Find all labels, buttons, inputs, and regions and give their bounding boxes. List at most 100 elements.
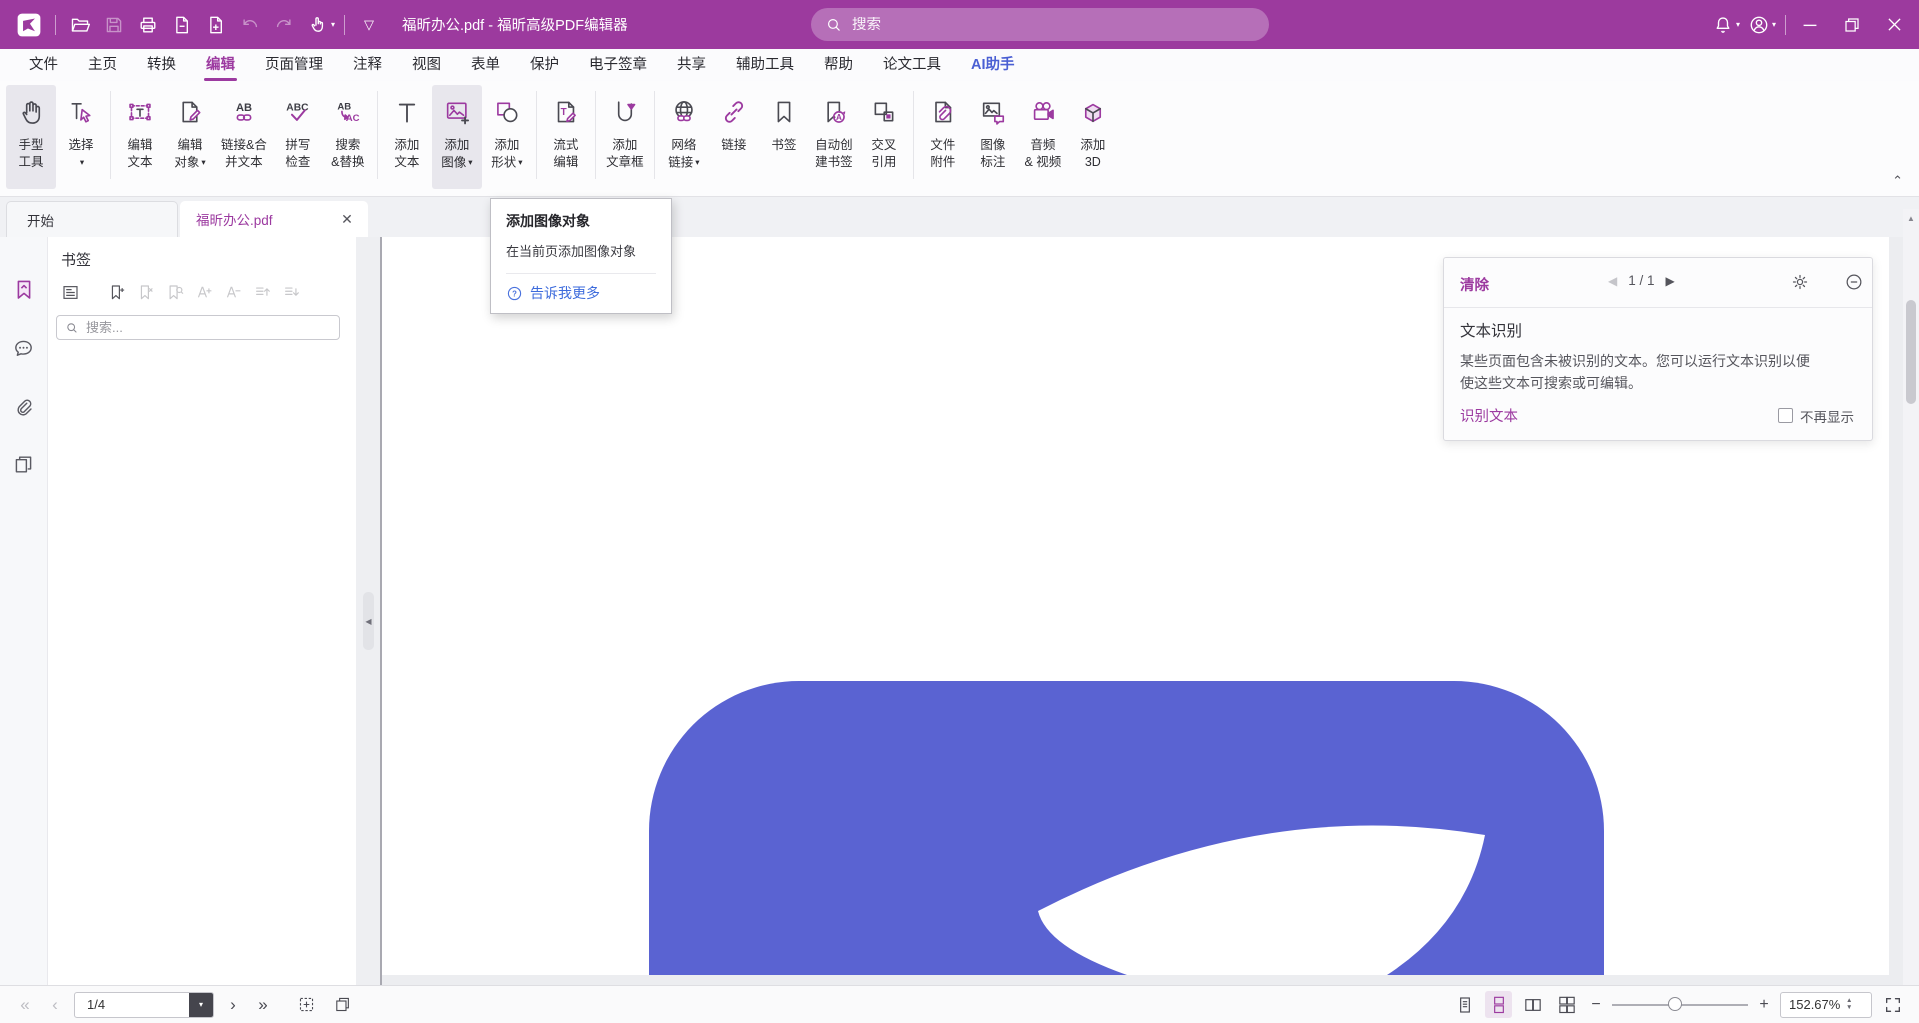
recognize-text-link[interactable]: 识别文本	[1460, 405, 1518, 426]
last-page-icon[interactable]: »	[252, 993, 274, 1017]
notice-prev-icon[interactable]: ◀	[1608, 274, 1617, 288]
ribbon-button-search-replace[interactable]: ABAC搜索&替换	[323, 85, 373, 189]
ribbon-button-select[interactable]: 选择▾	[56, 85, 106, 189]
page-add-icon[interactable]	[199, 8, 233, 42]
continuous-view-icon[interactable]	[1485, 991, 1512, 1018]
page-remove-icon[interactable]	[165, 8, 199, 42]
demote-bookmark-icon[interactable]	[277, 279, 306, 305]
menu-item-help[interactable]: 帮助	[809, 49, 868, 81]
ribbon-button-add-image[interactable]: 添加图像▾	[432, 85, 482, 189]
notifications-dropdown-icon[interactable]: ▾	[1736, 20, 1740, 29]
menu-item-view[interactable]: 视图	[397, 49, 456, 81]
tab-start-page[interactable]: 开始	[6, 201, 178, 237]
bookmarks-panel-icon[interactable]	[11, 277, 37, 303]
scrollbar-thumb[interactable]	[1906, 300, 1916, 404]
attachments-panel-icon[interactable]	[11, 393, 37, 419]
close-tab-icon[interactable]: ✕	[336, 211, 358, 228]
zoom-spinner[interactable]: ▲ ▼	[1846, 998, 1852, 1011]
ribbon-button-web-link[interactable]: 网络链接▾	[659, 85, 709, 189]
comments-panel-icon[interactable]	[11, 335, 37, 361]
continuous-facing-view-icon[interactable]	[1553, 991, 1580, 1018]
ribbon-button-auto-create-bookmark[interactable]: A自动创建书签	[809, 85, 859, 189]
zoom-slider-thumb[interactable]	[1668, 997, 1682, 1011]
minimize-button[interactable]	[1793, 8, 1827, 42]
ribbon-button-add-shape[interactable]: 添加形状▾	[482, 85, 532, 189]
ribbon-button-reflow-edit[interactable]: T流式编辑	[541, 85, 591, 189]
bookmark-list-options-icon[interactable]	[56, 279, 85, 305]
previous-page-icon[interactable]: ‹	[44, 993, 66, 1017]
restore-button[interactable]	[1835, 8, 1869, 42]
collapse-ribbon-icon[interactable]: ⌃	[1892, 174, 1903, 188]
notifications-bell-icon[interactable]	[1706, 8, 1740, 42]
clear-notice-link[interactable]: 清除	[1460, 274, 1489, 295]
pages-panel-icon[interactable]	[11, 451, 37, 477]
zoom-level-box[interactable]: ▲ ▼	[1780, 992, 1872, 1018]
quick-access-icon[interactable]: ▽	[352, 8, 386, 42]
redo-icon[interactable]	[267, 8, 301, 42]
menu-item-form[interactable]: 表单	[456, 49, 515, 81]
notice-collapse-icon[interactable]	[1844, 272, 1864, 292]
page-number-combo[interactable]: ▾	[74, 992, 214, 1018]
menu-item-accessibility[interactable]: 辅助工具	[721, 49, 809, 81]
undo-icon[interactable]	[233, 8, 267, 42]
delete-bookmark-icon[interactable]	[132, 279, 161, 305]
menu-item-page-management[interactable]: 页面管理	[250, 49, 338, 81]
close-button[interactable]	[1877, 8, 1911, 42]
search-bookmark-icon[interactable]	[161, 279, 190, 305]
expand-font-icon[interactable]	[190, 279, 219, 305]
page-combo-dropdown-icon[interactable]: ▾	[189, 992, 213, 1018]
save-icon[interactable]	[97, 8, 131, 42]
ribbon-button-hand-tool[interactable]: 手型工具	[6, 85, 56, 189]
scroll-up-icon[interactable]: ▲	[1903, 214, 1919, 223]
ribbon-button-spell-check[interactable]: ABC拼写检查	[273, 85, 323, 189]
zoom-in-icon[interactable]: +	[1755, 996, 1773, 1014]
print-icon[interactable]	[131, 8, 165, 42]
single-page-view-icon[interactable]	[1451, 991, 1478, 1018]
zoom-out-icon[interactable]: −	[1587, 996, 1605, 1014]
reduce-font-icon[interactable]	[219, 279, 248, 305]
menu-item-share[interactable]: 共享	[662, 49, 721, 81]
next-page-icon[interactable]: ›	[222, 993, 244, 1017]
menu-item-comment[interactable]: 注释	[338, 49, 397, 81]
first-page-icon[interactable]: «	[14, 993, 36, 1017]
menu-item-edit[interactable]: 编辑	[191, 49, 250, 81]
ribbon-button-add-text[interactable]: 添加文本	[382, 85, 432, 189]
notice-settings-gear-icon[interactable]	[1790, 272, 1810, 292]
ribbon-button-image-annotation[interactable]: 图像标注	[968, 85, 1018, 189]
bookmark-search-box[interactable]	[56, 315, 340, 340]
zoom-level-input[interactable]	[1781, 997, 1843, 1012]
tell-me-more-link[interactable]: 告诉我更多	[530, 283, 600, 303]
spin-down-icon[interactable]: ▼	[1846, 1005, 1852, 1012]
search-input[interactable]	[852, 17, 1255, 33]
snapshot-icon[interactable]	[292, 992, 320, 1018]
ribbon-button-link-merge-text[interactable]: AB链接&合并文本	[215, 85, 273, 189]
account-icon[interactable]	[1742, 8, 1776, 42]
ribbon-button-link[interactable]: 链接	[709, 85, 759, 189]
menu-item-home[interactable]: 主页	[73, 49, 132, 81]
bookmark-search-input[interactable]	[86, 320, 331, 335]
hand-tool-dropdown-icon[interactable]: ▾	[331, 20, 335, 29]
clipboard-pages-icon[interactable]	[328, 992, 356, 1018]
add-bookmark-icon[interactable]	[103, 279, 132, 305]
fullscreen-icon[interactable]	[1879, 992, 1907, 1018]
promote-bookmark-icon[interactable]	[248, 279, 277, 305]
ribbon-button-cross-reference[interactable]: 交叉引用	[859, 85, 909, 189]
hand-pointer-icon[interactable]	[301, 8, 335, 42]
zoom-slider[interactable]	[1612, 991, 1748, 1018]
account-dropdown-icon[interactable]: ▾	[1772, 20, 1776, 29]
collapse-panel-handle[interactable]: ◀	[363, 592, 374, 650]
global-search-box[interactable]	[811, 8, 1269, 41]
menu-item-e-sign[interactable]: 电子签章	[574, 49, 662, 81]
ribbon-button-audio-video[interactable]: 音频& 视频	[1018, 85, 1068, 189]
ribbon-button-add-article-box[interactable]: 添加文章框	[600, 85, 650, 189]
tab-document[interactable]: 福昕办公.pdf ✕	[180, 201, 368, 237]
notice-next-icon[interactable]: ▶	[1666, 274, 1675, 288]
facing-view-icon[interactable]	[1519, 991, 1546, 1018]
menu-item-file[interactable]: 文件	[14, 49, 73, 81]
dont-show-again-checkbox[interactable]	[1778, 408, 1793, 423]
menu-item-convert[interactable]: 转换	[132, 49, 191, 81]
ribbon-button-add-3d[interactable]: 添加3D	[1068, 85, 1118, 189]
open-file-icon[interactable]	[63, 8, 97, 42]
menu-item-protect[interactable]: 保护	[515, 49, 574, 81]
menu-item-ai-assistant[interactable]: AI助手	[956, 49, 1030, 81]
